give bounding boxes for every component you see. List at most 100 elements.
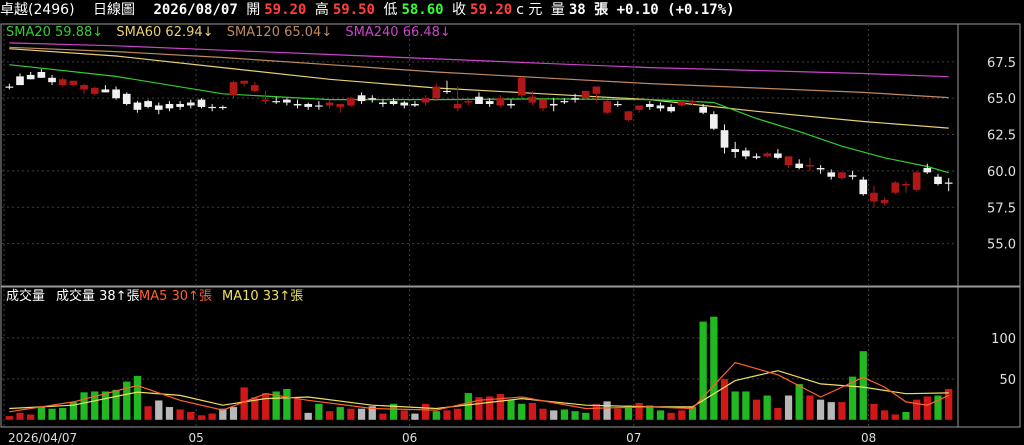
volume-bar	[528, 402, 537, 421]
candle-body	[720, 130, 729, 148]
candle-body	[934, 176, 942, 184]
volume-bar	[773, 407, 782, 421]
volume-bar	[539, 408, 548, 421]
volume-bar	[432, 410, 441, 421]
candle-body	[16, 76, 24, 86]
volume-panel-title: 成交量	[6, 288, 45, 304]
candle-body	[912, 172, 921, 190]
candle-body	[635, 105, 643, 110]
candle-body	[80, 85, 88, 90]
candle-body	[870, 192, 878, 202]
volume-legend-entry: MA5 30↑張	[139, 289, 212, 304]
volume-bar	[37, 406, 46, 421]
candle-body	[261, 99, 270, 102]
volume-bar	[603, 400, 612, 421]
candle-body	[464, 101, 473, 103]
volume-bar	[667, 412, 676, 421]
candle-body	[379, 102, 387, 104]
candle-body	[560, 101, 569, 103]
volume-bar	[699, 321, 708, 421]
candle-body	[336, 104, 345, 107]
volume-bar	[741, 391, 750, 421]
candle-body	[859, 179, 868, 195]
candle-body	[539, 99, 547, 109]
volume-bar	[314, 403, 323, 421]
volume-bar	[442, 409, 452, 421]
candle-body	[432, 86, 441, 99]
candle-body	[613, 104, 622, 106]
candle-body	[784, 156, 793, 166]
candle-body	[795, 163, 804, 168]
sma-legend-entry: SMA240 66.48↓	[345, 25, 450, 40]
candle-body	[709, 114, 718, 129]
volume-bar	[837, 401, 846, 421]
price-y-tick-label: 57.5	[987, 201, 1016, 216]
volume-bar	[784, 395, 793, 421]
volume-bar	[827, 401, 836, 421]
candle-body	[528, 96, 537, 103]
volume-bar	[517, 403, 526, 421]
candle-body	[677, 101, 686, 106]
volume-bar	[859, 350, 868, 421]
sma-legend-entry: SMA120 65.04↓	[227, 25, 332, 40]
candle-body	[315, 105, 323, 107]
candle-body	[645, 104, 654, 107]
volume-bar	[901, 411, 911, 421]
volume-bar	[357, 408, 366, 421]
volume-bar	[880, 409, 889, 421]
volume-bar	[80, 391, 89, 421]
candle-body	[752, 156, 761, 158]
volume-bar	[378, 413, 387, 421]
volume-bar	[229, 406, 238, 421]
x-tick-label: 05	[188, 431, 203, 445]
volume-bar	[208, 413, 217, 421]
candle-body	[48, 77, 56, 83]
volume-bar	[133, 375, 142, 421]
x-tick-label: 08	[861, 431, 876, 445]
candle-body	[304, 104, 313, 107]
volume-bar	[816, 399, 825, 421]
candle-body	[656, 105, 665, 109]
candle-body	[389, 101, 398, 104]
volume-bar	[731, 391, 740, 421]
candle-body	[229, 82, 238, 96]
volume-bar	[336, 406, 345, 421]
volume-bar	[400, 409, 409, 421]
volume-bar	[496, 393, 505, 421]
volume-bar	[47, 408, 57, 421]
candle-body	[368, 98, 377, 100]
volume-bar	[549, 409, 558, 421]
volume-bar	[197, 414, 206, 421]
candle-body	[90, 88, 99, 94]
candle-body	[880, 200, 889, 203]
candle-body	[26, 74, 35, 80]
volume-bar	[752, 399, 761, 421]
volume-bar	[176, 409, 185, 421]
candle-body	[325, 102, 334, 106]
volume-bar	[421, 403, 430, 421]
volume-bar	[112, 389, 121, 421]
volume-bar	[464, 392, 473, 421]
volume-bar	[186, 411, 195, 421]
candle-body	[293, 104, 302, 106]
candle-body	[101, 89, 110, 93]
candle-body	[283, 99, 291, 103]
candle-body	[165, 104, 174, 109]
candle-body	[848, 175, 857, 177]
candle-body	[507, 104, 515, 106]
candle-body	[624, 111, 633, 120]
volume-bar	[240, 386, 249, 421]
candle-body	[240, 80, 249, 84]
candle-body	[838, 172, 846, 179]
volume-bar	[26, 414, 35, 421]
candle-body	[400, 102, 409, 106]
candle-body	[272, 101, 281, 103]
candle-body	[421, 98, 430, 103]
candle-body	[571, 98, 579, 100]
volume-bar	[165, 406, 174, 421]
price-y-tick-label: 65.0	[987, 92, 1016, 107]
volume-bar	[410, 413, 419, 421]
volume-bar	[304, 412, 313, 421]
volume-bar	[805, 395, 814, 421]
price-y-tick-label: 60.0	[987, 165, 1016, 180]
